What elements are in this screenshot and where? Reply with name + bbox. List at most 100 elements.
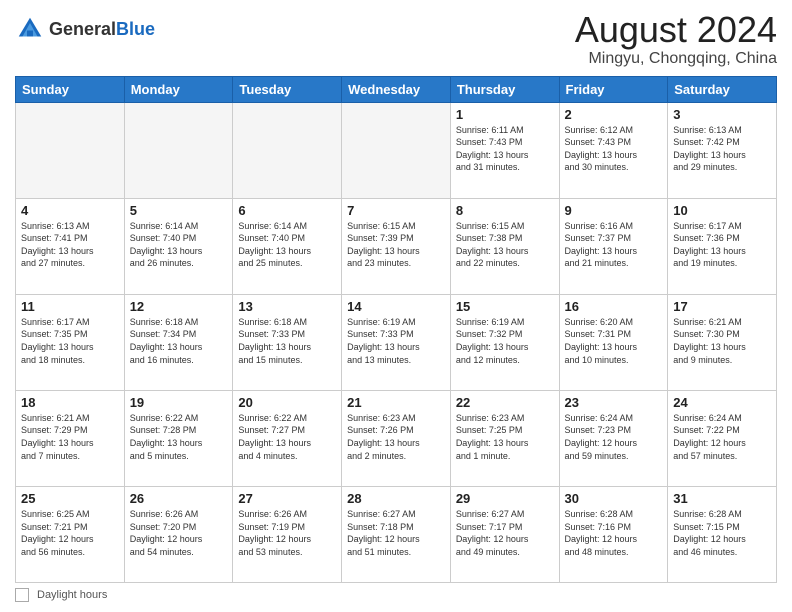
calendar-cell-3-6: 24 Sunrise: 6:24 AMSunset: 7:22 PMDayligh… [668,390,777,486]
logo-general: General [49,20,116,38]
day-info: Sunrise: 6:27 AMSunset: 7:17 PMDaylight:… [456,508,554,558]
day-info: Sunrise: 6:14 AMSunset: 7:40 PMDaylight:… [130,220,228,270]
day-number: 3 [673,107,771,122]
day-info: Sunrise: 6:20 AMSunset: 7:31 PMDaylight:… [565,316,663,366]
day-number: 28 [347,491,445,506]
day-number: 13 [238,299,336,314]
calendar-cell-1-4: 8 Sunrise: 6:15 AMSunset: 7:38 PMDaylight… [450,198,559,294]
day-number: 8 [456,203,554,218]
day-number: 7 [347,203,445,218]
footer-box [15,588,29,602]
calendar-cell-4-0: 25 Sunrise: 6:25 AMSunset: 7:21 PMDayligh… [16,486,125,582]
logo-icon [15,14,45,44]
day-number: 9 [565,203,663,218]
calendar-cell-4-3: 28 Sunrise: 6:27 AMSunset: 7:18 PMDayligh… [342,486,451,582]
day-info: Sunrise: 6:24 AMSunset: 7:22 PMDaylight:… [673,412,771,462]
day-info: Sunrise: 6:22 AMSunset: 7:28 PMDaylight:… [130,412,228,462]
calendar-cell-3-2: 20 Sunrise: 6:22 AMSunset: 7:27 PMDayligh… [233,390,342,486]
day-info: Sunrise: 6:13 AMSunset: 7:41 PMDaylight:… [21,220,119,270]
day-number: 22 [456,395,554,410]
header: GeneralBlue August 2024 Mingyu, Chongqin… [15,10,777,68]
calendar-cell-4-4: 29 Sunrise: 6:27 AMSunset: 7:17 PMDayligh… [450,486,559,582]
calendar-header-monday: Monday [124,76,233,102]
calendar-week-1: 4 Sunrise: 6:13 AMSunset: 7:41 PMDaylight… [16,198,777,294]
day-number: 11 [21,299,119,314]
day-number: 24 [673,395,771,410]
calendar-cell-3-4: 22 Sunrise: 6:23 AMSunset: 7:25 PMDayligh… [450,390,559,486]
day-info: Sunrise: 6:28 AMSunset: 7:16 PMDaylight:… [565,508,663,558]
page: GeneralBlue August 2024 Mingyu, Chongqin… [0,0,792,612]
calendar-week-2: 11Sunrise: 6:17 AMSunset: 7:35 PMDayligh… [16,294,777,390]
day-info: Sunrise: 6:24 AMSunset: 7:23 PMDaylight:… [565,412,663,462]
calendar-cell-3-5: 23Sunrise: 6:24 AMSunset: 7:23 PMDayligh… [559,390,668,486]
calendar-cell-0-6: 3Sunrise: 6:13 AMSunset: 7:42 PMDaylight… [668,102,777,198]
calendar-cell-2-0: 11Sunrise: 6:17 AMSunset: 7:35 PMDayligh… [16,294,125,390]
calendar-cell-2-5: 16 Sunrise: 6:20 AMSunset: 7:31 PMDayligh… [559,294,668,390]
calendar-cell-1-6: 10Sunrise: 6:17 AMSunset: 7:36 PMDayligh… [668,198,777,294]
calendar-header-sunday: Sunday [16,76,125,102]
day-number: 1 [456,107,554,122]
main-title: August 2024 [575,10,777,50]
calendar-cell-0-3 [342,102,451,198]
day-number: 21 [347,395,445,410]
calendar-header-tuesday: Tuesday [233,76,342,102]
day-info: Sunrise: 6:15 AMSunset: 7:38 PMDaylight:… [456,220,554,270]
day-number: 16 [565,299,663,314]
footer-label: Daylight hours [37,589,107,601]
day-info: Sunrise: 6:23 AMSunset: 7:25 PMDaylight:… [456,412,554,462]
calendar-cell-3-3: 21 Sunrise: 6:23 AMSunset: 7:26 PMDayligh… [342,390,451,486]
calendar-cell-1-1: 5 Sunrise: 6:14 AMSunset: 7:40 PMDaylight… [124,198,233,294]
calendar-cell-1-0: 4 Sunrise: 6:13 AMSunset: 7:41 PMDaylight… [16,198,125,294]
day-info: Sunrise: 6:12 AMSunset: 7:43 PMDaylight:… [565,124,663,174]
calendar-cell-0-0 [16,102,125,198]
day-info: Sunrise: 6:18 AMSunset: 7:33 PMDaylight:… [238,316,336,366]
day-info: Sunrise: 6:23 AMSunset: 7:26 PMDaylight:… [347,412,445,462]
day-info: Sunrise: 6:16 AMSunset: 7:37 PMDaylight:… [565,220,663,270]
calendar-cell-2-2: 13 Sunrise: 6:18 AMSunset: 7:33 PMDayligh… [233,294,342,390]
calendar-cell-1-3: 7 Sunrise: 6:15 AMSunset: 7:39 PMDaylight… [342,198,451,294]
calendar-cell-0-1 [124,102,233,198]
day-info: Sunrise: 6:22 AMSunset: 7:27 PMDaylight:… [238,412,336,462]
day-info: Sunrise: 6:28 AMSunset: 7:15 PMDaylight:… [673,508,771,558]
calendar-cell-1-2: 6 Sunrise: 6:14 AMSunset: 7:40 PMDaylight… [233,198,342,294]
day-info: Sunrise: 6:27 AMSunset: 7:18 PMDaylight:… [347,508,445,558]
day-info: Sunrise: 6:21 AMSunset: 7:29 PMDaylight:… [21,412,119,462]
day-number: 20 [238,395,336,410]
calendar-cell-1-5: 9 Sunrise: 6:16 AMSunset: 7:37 PMDaylight… [559,198,668,294]
calendar-header-friday: Friday [559,76,668,102]
day-info: Sunrise: 6:25 AMSunset: 7:21 PMDaylight:… [21,508,119,558]
day-number: 14 [347,299,445,314]
logo: GeneralBlue [15,14,155,44]
calendar-week-4: 25 Sunrise: 6:25 AMSunset: 7:21 PMDayligh… [16,486,777,582]
calendar-table: SundayMondayTuesdayWednesdayThursdayFrid… [15,76,777,583]
day-info: Sunrise: 6:26 AMSunset: 7:19 PMDaylight:… [238,508,336,558]
day-number: 12 [130,299,228,314]
calendar-header-wednesday: Wednesday [342,76,451,102]
calendar-week-0: 1Sunrise: 6:11 AMSunset: 7:43 PMDaylight… [16,102,777,198]
calendar-cell-4-1: 26 Sunrise: 6:26 AMSunset: 7:20 PMDayligh… [124,486,233,582]
calendar-cell-4-6: 31 Sunrise: 6:28 AMSunset: 7:15 PMDayligh… [668,486,777,582]
calendar-cell-2-4: 15Sunrise: 6:19 AMSunset: 7:32 PMDayligh… [450,294,559,390]
calendar-header-saturday: Saturday [668,76,777,102]
day-number: 25 [21,491,119,506]
day-info: Sunrise: 6:14 AMSunset: 7:40 PMDaylight:… [238,220,336,270]
day-number: 5 [130,203,228,218]
day-number: 29 [456,491,554,506]
day-number: 31 [673,491,771,506]
day-info: Sunrise: 6:26 AMSunset: 7:20 PMDaylight:… [130,508,228,558]
calendar-header-thursday: Thursday [450,76,559,102]
subtitle: Mingyu, Chongqing, China [575,50,777,68]
day-number: 6 [238,203,336,218]
day-number: 27 [238,491,336,506]
day-number: 4 [21,203,119,218]
day-number: 26 [130,491,228,506]
calendar-cell-3-1: 19Sunrise: 6:22 AMSunset: 7:28 PMDayligh… [124,390,233,486]
logo-blue: Blue [116,20,155,38]
calendar-cell-2-3: 14Sunrise: 6:19 AMSunset: 7:33 PMDayligh… [342,294,451,390]
day-number: 10 [673,203,771,218]
day-info: Sunrise: 6:15 AMSunset: 7:39 PMDaylight:… [347,220,445,270]
day-info: Sunrise: 6:19 AMSunset: 7:32 PMDaylight:… [456,316,554,366]
footer: Daylight hours [15,588,777,602]
calendar-cell-2-1: 12Sunrise: 6:18 AMSunset: 7:34 PMDayligh… [124,294,233,390]
calendar-cell-4-2: 27 Sunrise: 6:26 AMSunset: 7:19 PMDayligh… [233,486,342,582]
